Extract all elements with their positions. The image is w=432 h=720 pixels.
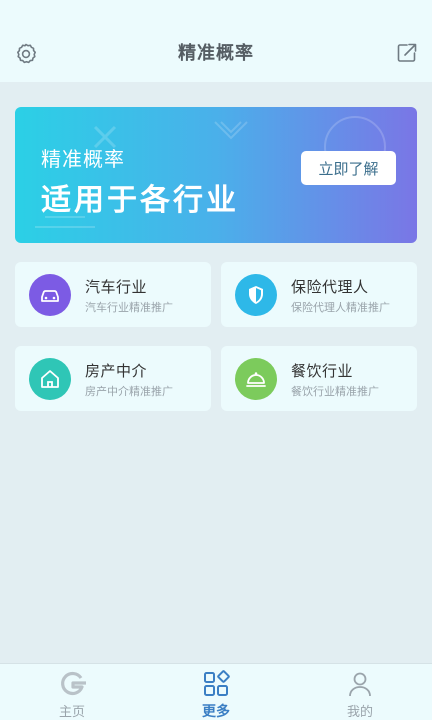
industry-name: 房产中介 <box>85 362 148 380</box>
industry-desc: 餐饮行业精准推广 <box>291 385 379 398</box>
industry-card-car[interactable]: 汽车行业 汽车行业精准推广 <box>15 262 211 327</box>
tab-home-label: 主页 <box>58 705 85 720</box>
industry-name: 保险代理人 <box>291 278 369 296</box>
grid-icon <box>204 670 230 696</box>
shield-icon <box>235 274 277 316</box>
tab-more-label: 更多 <box>202 704 230 720</box>
industry-name: 餐饮行业 <box>291 362 354 380</box>
bottom-tab-bar: 主页 更多 我的 <box>0 663 432 720</box>
top-bar: 精准概率 <box>0 0 432 82</box>
industry-desc: 汽车行业精准推广 <box>85 301 173 314</box>
tab-home[interactable]: 主页 <box>0 664 144 720</box>
house-icon <box>29 358 71 400</box>
banner-subtitle: 精准概率 <box>41 147 125 171</box>
industry-desc: 房产中介精准推广 <box>85 385 173 398</box>
industry-card-catering[interactable]: 餐饮行业 餐饮行业精准推广 <box>221 346 417 411</box>
tab-mine-label: 我的 <box>346 705 373 720</box>
home-g-icon <box>61 671 86 696</box>
tab-more[interactable]: 更多 <box>144 664 288 720</box>
tab-mine[interactable]: 我的 <box>288 664 432 720</box>
promo-banner[interactable]: 精准概率 适用于各行业 立即了解 <box>15 107 417 243</box>
share-icon[interactable] <box>396 42 418 64</box>
industry-card-realestate[interactable]: 房产中介 房产中介精准推广 <box>15 346 211 411</box>
gear-icon[interactable] <box>14 42 38 66</box>
user-icon <box>349 672 371 697</box>
industry-desc: 保险代理人精准推广 <box>291 301 390 314</box>
page-title: 精准概率 <box>178 43 254 64</box>
learn-more-button[interactable]: 立即了解 <box>301 151 396 185</box>
industry-name: 汽车行业 <box>85 278 148 296</box>
industry-card-insurance[interactable]: 保险代理人 保险代理人精准推广 <box>221 262 417 327</box>
car-icon <box>29 274 71 316</box>
cloche-icon <box>235 358 277 400</box>
banner-headline: 适用于各行业 <box>41 183 239 218</box>
